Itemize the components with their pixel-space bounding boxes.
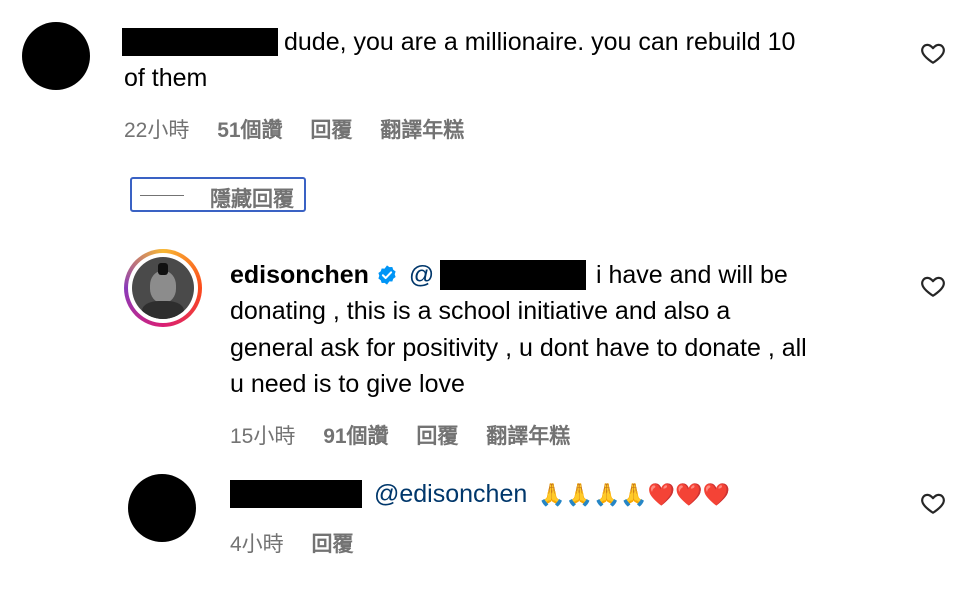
redacted-mention [440, 260, 586, 290]
mention-link[interactable]: @edisonchen [374, 480, 527, 508]
likes-count[interactable]: 51個讚 [217, 119, 282, 142]
divider-line [140, 195, 184, 196]
translate-button[interactable]: 翻譯年糕 [486, 425, 570, 448]
redacted-username [230, 480, 362, 508]
hide-replies-label: 隱藏回覆 [210, 188, 294, 211]
reply-text-line1: i have and will be [596, 261, 788, 289]
reply-button[interactable]: 回覆 [312, 533, 354, 556]
reply-meta: 15小時 91個讚 回覆 翻譯年糕 [230, 420, 570, 450]
reply-line1: edisonchen @ [230, 257, 434, 293]
hide-replies-button[interactable]: 隱藏回覆 [130, 177, 306, 212]
story-ring-avatar[interactable] [124, 249, 202, 327]
reply-text-line4: u need is to give love [230, 370, 465, 398]
mention-prefix[interactable]: @ [409, 261, 434, 289]
reply-button[interactable]: 回覆 [310, 119, 352, 142]
heart-icon[interactable] [920, 40, 946, 66]
verified-badge-icon [378, 265, 396, 285]
reply-meta: 4小時 回覆 [230, 528, 354, 558]
timestamp[interactable]: 4小時 [230, 533, 284, 556]
comment-text-line2: of them [124, 64, 208, 92]
reply-button[interactable]: 回覆 [416, 425, 458, 448]
redacted-username [122, 28, 278, 56]
emoji-text: 🙏🙏🙏🙏❤️❤️❤️ [538, 482, 730, 507]
reply-text-line3: general ask for positivity , u dont have… [230, 334, 807, 362]
comment-meta: 22小時 51個讚 回覆 翻譯年糕 [124, 114, 464, 144]
username[interactable]: edisonchen [230, 261, 369, 289]
reply-text-line2: donating , this is a school initiative a… [230, 297, 731, 325]
likes-count[interactable]: 91個讚 [323, 425, 388, 448]
profile-photo [132, 257, 194, 319]
avatar[interactable] [22, 22, 90, 90]
comment-text-line1: dude, you are a millionaire. you can reb… [284, 28, 796, 56]
heart-icon[interactable] [920, 490, 946, 516]
translate-button[interactable]: 翻譯年糕 [380, 119, 464, 142]
timestamp[interactable]: 15小時 [230, 425, 295, 448]
reply-text: @edisonchen 🙏🙏🙏🙏❤️❤️❤️ [374, 476, 730, 513]
heart-icon[interactable] [920, 273, 946, 299]
timestamp[interactable]: 22小時 [124, 119, 189, 142]
avatar[interactable] [128, 474, 196, 542]
